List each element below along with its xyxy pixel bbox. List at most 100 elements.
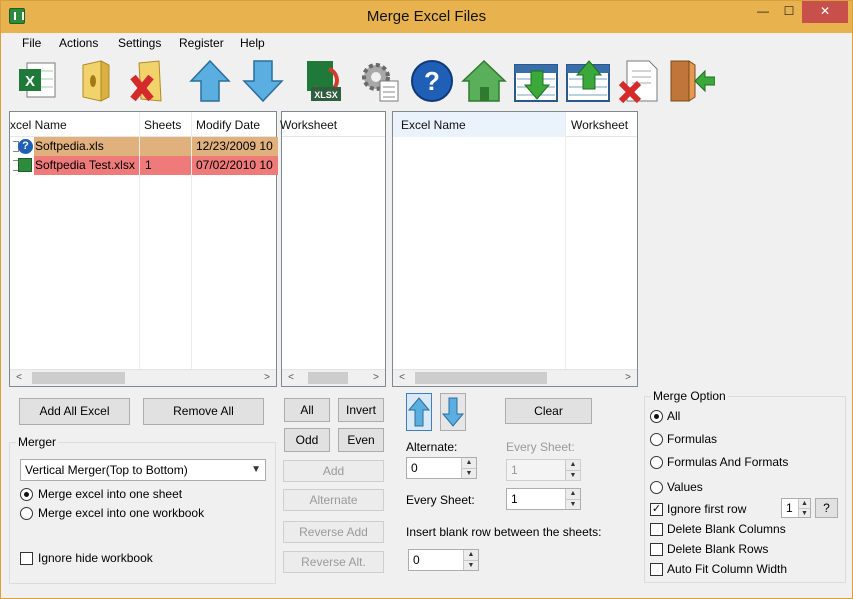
column-modify-date[interactable]: Modify Date — [196, 118, 260, 132]
spin-down-icon[interactable]: ▼ — [461, 468, 476, 478]
merge-one-sheet-radio[interactable] — [20, 488, 33, 501]
convert-xlsx-button[interactable]: XLSX — [299, 57, 345, 105]
option-formulas-formats-radio[interactable] — [650, 456, 663, 469]
ignore-first-row-checkbox[interactable]: ✓ — [650, 503, 663, 516]
move-down-button[interactable] — [240, 57, 286, 105]
menu-actions[interactable]: Actions — [59, 36, 98, 50]
auto-fit-column-checkbox[interactable] — [650, 563, 663, 576]
order-down-button[interactable] — [440, 393, 466, 431]
move-up-button[interactable] — [187, 57, 233, 105]
spin-down-icon[interactable]: ▼ — [565, 470, 580, 480]
ignore-hide-workbook-label: Ignore hide workbook — [38, 551, 153, 565]
merge-one-workbook-label: Merge excel into one workbook — [38, 506, 205, 520]
scrollbar-thumb[interactable] — [32, 372, 125, 384]
delete-blank-rows-checkbox[interactable] — [650, 543, 663, 556]
option-values-radio[interactable] — [650, 481, 663, 494]
spin-down-icon[interactable]: ▼ — [463, 560, 478, 570]
column-worksheet[interactable]: Worksheet — [571, 118, 628, 132]
move-down-icon — [242, 60, 284, 103]
option-all-radio[interactable] — [650, 410, 663, 423]
option-values-label: Values — [667, 480, 703, 494]
scroll-right-icon[interactable]: > — [621, 371, 635, 385]
even-button[interactable]: Even — [338, 428, 384, 452]
scroll-right-icon[interactable]: > — [260, 371, 274, 385]
every-sheet-spinner[interactable]: 1 ▲ ▼ — [506, 488, 581, 510]
menu-register[interactable]: Register — [179, 36, 224, 50]
scroll-right-icon[interactable]: > — [369, 371, 383, 385]
scroll-left-icon[interactable]: < — [284, 371, 298, 385]
import-sheet-button[interactable] — [513, 57, 559, 105]
remove-all-button[interactable]: Remove All — [143, 398, 264, 425]
column-worksheet[interactable]: Worksheet — [280, 118, 337, 132]
column-sheets[interactable]: Sheets — [144, 118, 181, 132]
worksheet-list[interactable]: Worksheet < > — [280, 111, 386, 387]
home-button[interactable] — [461, 57, 507, 105]
import-sheet-icon — [514, 64, 558, 102]
column-excel-name[interactable]: xcel Name — [10, 118, 67, 132]
order-up-button[interactable] — [406, 393, 432, 431]
spin-up-icon[interactable]: ▲ — [565, 460, 580, 470]
scroll-left-icon[interactable]: < — [395, 371, 409, 385]
menu-settings[interactable]: Settings — [118, 36, 161, 50]
odd-button[interactable]: Odd — [284, 428, 330, 452]
svg-text:?: ? — [424, 66, 440, 96]
close-button[interactable]: ✕ — [802, 1, 848, 23]
every-sheet-spinner-disabled[interactable]: 1 ▲ ▼ — [506, 459, 581, 481]
add-button[interactable]: Add — [283, 460, 384, 482]
spin-up-icon[interactable]: ▲ — [798, 499, 810, 508]
horizontal-scrollbar[interactable]: < > — [10, 369, 276, 386]
spin-down-icon[interactable]: ▼ — [565, 499, 580, 509]
settings-button[interactable] — [356, 57, 402, 105]
worksheet-header: Worksheet — [280, 112, 385, 137]
table-row[interactable]: ? Softpedia.xls 12/23/2009 10 — [10, 137, 278, 156]
menu-file[interactable]: File — [22, 36, 41, 50]
export-sheet-button[interactable] — [565, 57, 611, 105]
add-excel-button[interactable]: X — [15, 57, 61, 105]
delete-blank-columns-checkbox[interactable] — [650, 523, 663, 536]
spin-up-icon[interactable]: ▲ — [461, 458, 476, 468]
help-button[interactable]: ? — [409, 57, 455, 105]
menu-help[interactable]: Help — [240, 36, 265, 50]
minimize-button[interactable]: — — [750, 1, 776, 23]
arrow-up-icon — [407, 397, 431, 427]
ignore-first-row-label: Ignore first row — [667, 502, 747, 516]
spin-down-icon[interactable]: ▼ — [798, 508, 810, 517]
remove-file-button[interactable] — [127, 57, 173, 105]
ignore-hide-workbook-checkbox[interactable] — [20, 552, 33, 565]
help-small-button[interactable]: ? — [815, 498, 838, 518]
maximize-button[interactable]: ☐ — [776, 1, 802, 23]
cell-excel-name: Softpedia Test.xlsx — [35, 158, 135, 172]
horizontal-scrollbar[interactable]: < > — [282, 369, 385, 386]
reverse-add-button[interactable]: Reverse Add — [283, 521, 384, 543]
spin-up-icon[interactable]: ▲ — [463, 550, 478, 560]
alternate-button[interactable]: Alternate — [283, 489, 384, 511]
toolbar: X XLSX ? — [1, 55, 852, 109]
select-all-button[interactable]: All — [284, 398, 330, 422]
ignore-first-row-spinner[interactable]: 1 ▲ ▼ — [781, 498, 811, 518]
alternate-spinner[interactable]: 0 ▲ ▼ — [406, 457, 477, 479]
merge-target-list[interactable]: Excel Name Worksheet < > — [392, 111, 638, 387]
exit-icon — [670, 60, 715, 102]
merger-type-select[interactable]: Vertical Merger(Top to Bottom) ▼ — [20, 459, 266, 481]
delete-document-button[interactable] — [617, 57, 663, 105]
move-up-icon — [189, 59, 231, 102]
horizontal-scrollbar[interactable]: < > — [393, 369, 637, 386]
reverse-alt-button[interactable]: Reverse Alt. — [283, 551, 384, 573]
exit-button[interactable] — [669, 57, 715, 105]
spin-up-icon[interactable]: ▲ — [565, 489, 580, 499]
invert-button[interactable]: Invert — [338, 398, 384, 422]
table-row[interactable]: Softpedia Test.xlsx 1 07/02/2010 10 — [10, 156, 278, 175]
excel-files-list[interactable]: xcel Name Sheets Modify Date ? Softpedia… — [9, 111, 278, 387]
scrollbar-thumb[interactable] — [415, 372, 547, 384]
help-icon: ? — [411, 60, 453, 102]
add-all-excel-button[interactable]: Add All Excel — [19, 398, 130, 425]
merge-one-workbook-radio[interactable] — [20, 507, 33, 520]
blank-row-label: Insert blank row between the sheets: — [406, 525, 602, 539]
option-formulas-radio[interactable] — [650, 433, 663, 446]
column-excel-name[interactable]: Excel Name — [401, 118, 466, 132]
scroll-left-icon[interactable]: < — [12, 371, 26, 385]
scrollbar-thumb[interactable] — [308, 372, 348, 384]
clear-button[interactable]: Clear — [505, 398, 592, 424]
open-folder-button[interactable] — [73, 57, 119, 105]
blank-row-spinner[interactable]: 0 ▲ ▼ — [408, 549, 479, 571]
